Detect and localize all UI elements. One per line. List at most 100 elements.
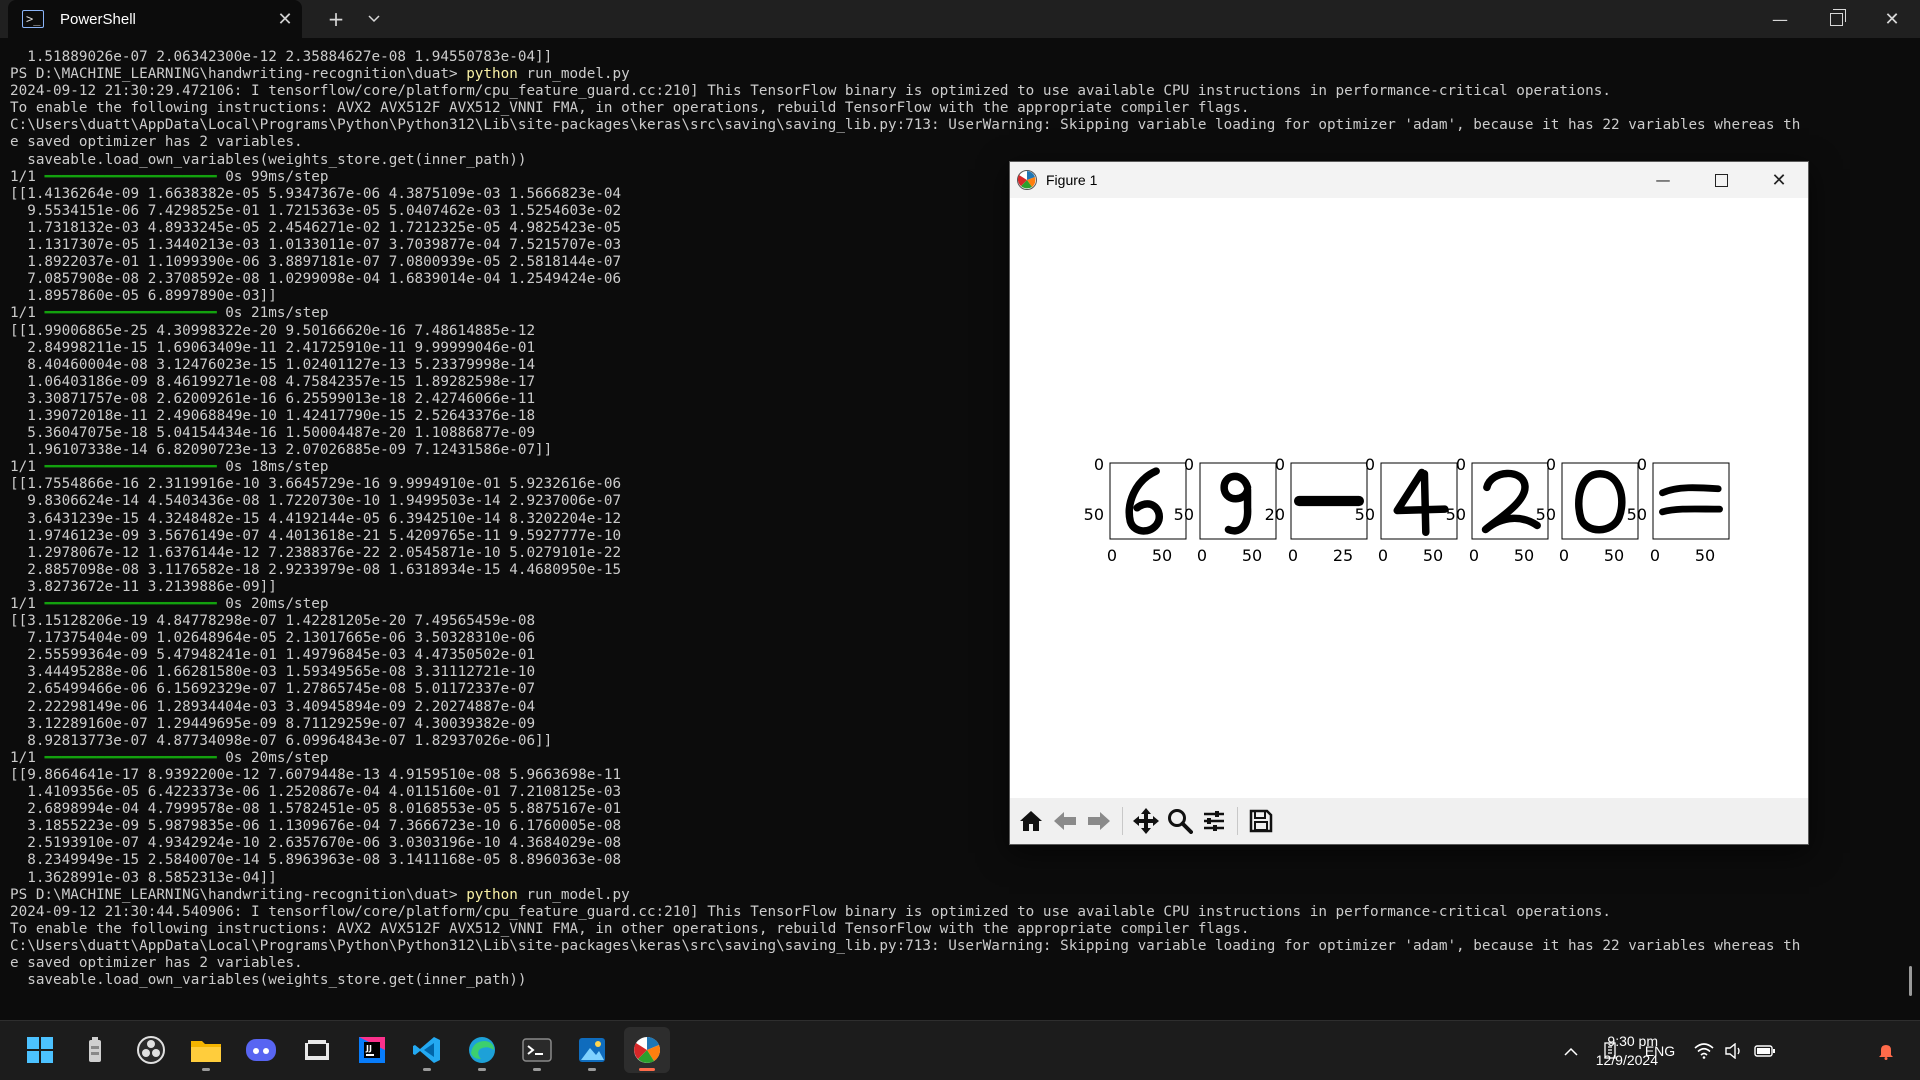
- battery-status[interactable]: [1750, 1021, 1780, 1080]
- command-keyword: python: [466, 886, 518, 903]
- digit-panel: 0 50 0 50: [1446, 455, 1549, 565]
- tab-close-button[interactable]: ✕: [268, 9, 302, 30]
- obs-icon: [136, 1035, 166, 1065]
- terminal-icon: [522, 1037, 552, 1063]
- terminal-line-text: 3.30871757e-08 2.62009261e-16 6.25599013…: [10, 390, 536, 407]
- figure-minimize-button[interactable]: —: [1634, 162, 1692, 198]
- terminal-line-text: 3.1855223e-09 5.9879835e-06 1.1309676e-0…: [10, 818, 622, 835]
- taskbar-app-battery-tool[interactable]: [72, 1027, 118, 1073]
- x-tick-label: 50: [1423, 546, 1443, 565]
- restore-window-button[interactable]: [1808, 0, 1864, 38]
- taskbar-app-edge[interactable]: [459, 1027, 505, 1073]
- terminal-line: 1.51889026e-07 2.06342300e-12 2.35884627…: [10, 49, 1920, 66]
- pan-button[interactable]: [1129, 804, 1163, 838]
- figure-title-bar[interactable]: Figure 1 — ✕: [1010, 162, 1808, 198]
- terminal-line-text: 1.7318132e-03 4.8933245e-05 2.4546271e-0…: [10, 219, 622, 236]
- x-tick-label: 25: [1333, 546, 1353, 565]
- terminal-line-text: 8.92813773e-07 4.87734098e-07 6.09964843…: [10, 732, 553, 749]
- figure-maximize-button[interactable]: [1692, 162, 1750, 198]
- tab-powershell[interactable]: >_ PowerShell ✕: [8, 0, 302, 38]
- figure-close-button[interactable]: ✕: [1750, 162, 1808, 198]
- terminal-line: To enable the following instructions: AV…: [10, 921, 1920, 938]
- x-tick-label: 50: [1514, 546, 1534, 565]
- home-button[interactable]: [1014, 804, 1048, 838]
- volume-status[interactable]: [1720, 1021, 1748, 1080]
- x-tick-label: 0: [1197, 546, 1207, 565]
- terminal-line: e saved optimizer has 2 variables.: [10, 134, 1920, 151]
- wifi-status[interactable]: [1690, 1021, 1718, 1080]
- save-figure-button[interactable]: [1244, 804, 1278, 838]
- panel-group: 0500 500500 500200 250500 500500 500500 500500…: [1084, 455, 1730, 565]
- terminal-line-text: 1.8922037e-01 1.1099390e-06 3.8897181e-0…: [10, 254, 622, 271]
- terminal-line-text: [[9.8664641e-17 8.9392200e-12 7.6079448e…: [10, 766, 622, 783]
- terminal-line-text: 2.84998211e-15 1.69063409e-11 2.41725910…: [10, 339, 536, 356]
- tab-dropdown-button[interactable]: [356, 0, 392, 38]
- progress-bar: ━━━━━━━━━━━━━━━━━━━━: [44, 596, 217, 612]
- toolbar-separator: [1122, 807, 1123, 835]
- terminal-line-text: C:\Users\duatt\AppData\Local\Programs\Py…: [10, 117, 1801, 134]
- running-indicator: [639, 1068, 655, 1071]
- terminal-line-text: 2.5193910e-07 4.9342924e-10 2.6357670e-0…: [10, 835, 622, 852]
- speaker-icon: [1725, 1043, 1740, 1059]
- folder-icon: [190, 1036, 222, 1064]
- back-button[interactable]: [1048, 804, 1082, 838]
- terminal-line-rest: 0s 18ms/step: [216, 459, 329, 476]
- digit-panel: 0 50 0 50: [1174, 455, 1277, 565]
- y-tick-label: 0: [1546, 455, 1556, 474]
- taskbar-app-terminal[interactable]: [514, 1027, 560, 1073]
- terminal-line: PS D:\MACHINE_LEARNING\handwriting-recog…: [10, 66, 1920, 83]
- configure-subplots-button[interactable]: [1197, 804, 1231, 838]
- taskbar-app-jetbrains[interactable]: JJ: [349, 1027, 395, 1073]
- notifications-button[interactable]: [1872, 1021, 1900, 1080]
- taskbar-app-vscode[interactable]: [404, 1027, 450, 1073]
- minimize-window-button[interactable]: —: [1752, 0, 1808, 38]
- terminal-line-text: 1.39072018e-11 2.49068849e-10 1.42417790…: [10, 407, 536, 424]
- clapperboard-icon: [303, 1037, 331, 1063]
- x-tick-label: 0: [1650, 546, 1660, 565]
- terminal-line-text: 1/1: [10, 459, 45, 476]
- y-tick-label: 50: [1536, 505, 1556, 524]
- close-window-button[interactable]: ✕: [1864, 0, 1920, 38]
- taskbar-app-file-explorer[interactable]: [183, 1027, 229, 1073]
- start-button[interactable]: [17, 1027, 63, 1073]
- figure-canvas[interactable]: 0 50 0 50 0 50 0 50 0 20 0 25 0 50 0 50 0 50 0 50 0 50 0 50 0 50 0…: [1010, 198, 1808, 798]
- terminal-line-rest: run_model.py: [517, 886, 630, 903]
- taskbar-app-photos[interactable]: [569, 1027, 615, 1073]
- new-tab-button[interactable]: +: [318, 0, 354, 38]
- clock-time: 9:30 pm: [1607, 1033, 1658, 1049]
- terminal-scrollbar[interactable]: [1909, 966, 1912, 996]
- discord-icon: [245, 1037, 277, 1063]
- battery-icon: [1754, 1045, 1775, 1057]
- x-tick-label: 50: [1242, 546, 1262, 565]
- terminal-line-text: [[1.4136264e-09 1.6638382e-05 5.9347367e…: [10, 185, 622, 202]
- terminal-line-text: 1/1: [10, 168, 45, 185]
- pan-icon: [1133, 808, 1159, 834]
- terminal-line: 2024-09-12 21:30:44.540906: I tensorflow…: [10, 904, 1920, 921]
- terminal-line: 2024-09-12 21:30:29.472106: I tensorflow…: [10, 83, 1920, 100]
- terminal-line-text: e saved optimizer has 2 variables.: [10, 954, 303, 971]
- digit-panel: 0 50 0 50: [1084, 455, 1187, 565]
- x-tick-label: 50: [1695, 546, 1715, 565]
- terminal-line-text: 7.0857908e-08 2.3708592e-08 1.0299098e-0…: [10, 271, 622, 288]
- terminal-line-text: 7.17375404e-09 1.02648964e-05 2.13017665…: [10, 630, 536, 647]
- progress-bar: ━━━━━━━━━━━━━━━━━━━━: [44, 305, 217, 322]
- taskbar-app-discord[interactable]: [238, 1027, 284, 1073]
- terminal-line-text: [[1.7554866e-16 2.3119916e-10 3.6645729e…: [10, 476, 622, 493]
- clock[interactable]: 9:30 pm 12/9/2024: [1578, 1032, 1658, 1070]
- forward-button[interactable]: [1082, 804, 1116, 838]
- terminal-line-text: 3.8273672e-11 3.2139886e-09]]: [10, 578, 277, 595]
- battery-tool-icon: [86, 1036, 104, 1064]
- terminal-line-rest: 0s 21ms/step: [216, 305, 329, 322]
- digit-panel: 0 50 0 50: [1627, 455, 1730, 565]
- terminal-line: To enable the following instructions: AV…: [10, 100, 1920, 117]
- zoom-button[interactable]: [1163, 804, 1197, 838]
- taskbar-app-obs[interactable]: [128, 1027, 174, 1073]
- toolbar-separator: [1237, 807, 1238, 835]
- chevron-up-icon: [1564, 1047, 1578, 1056]
- terminal-line-rest: 0s 20ms/step: [216, 749, 329, 766]
- taskbar-app-python-figure[interactable]: [624, 1027, 670, 1073]
- taskbar-app-video-editor[interactable]: [294, 1027, 340, 1073]
- terminal-line-text: 9.5534151e-06 7.4298525e-01 1.7215363e-0…: [10, 202, 622, 219]
- digit-panel: 0 20 0 25: [1265, 455, 1368, 565]
- terminal-line-text: 1.3628991e-03 8.5852313e-04]]: [10, 869, 277, 886]
